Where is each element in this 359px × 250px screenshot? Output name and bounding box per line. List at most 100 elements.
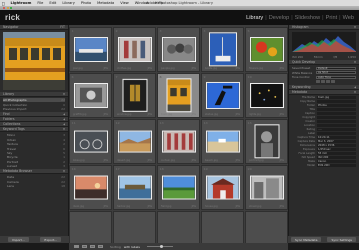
- thumbnail-cell[interactable]: 1 pier.jpg JPG: [69, 27, 112, 72]
- expand-triangle-icon[interactable]: ◀: [63, 118, 65, 121]
- compare-view-icon[interactable]: [90, 244, 95, 249]
- thumbnail-cell[interactable]: 17 harbor.jpg JPG: [113, 165, 156, 210]
- photo-thumbnail[interactable]: [161, 175, 196, 200]
- increase-large-button[interactable]: [331, 80, 335, 84]
- thumbnail-cell[interactable]: 2 clothes.jpg JPG: [113, 27, 156, 72]
- library-item-previous-import[interactable]: Previous Import 22: [3, 107, 65, 111]
- loupe-view-icon[interactable]: [82, 244, 87, 249]
- thumbnail-cell[interactable]: 11 bikes.jpg JPG: [69, 119, 112, 164]
- collapse-triangle-icon[interactable]: ▼: [354, 91, 356, 94]
- sort-label[interactable]: Sorting: [110, 245, 121, 249]
- collapse-triangle-icon[interactable]: ▼: [63, 170, 65, 173]
- module-slideshow[interactable]: Slideshow: [295, 15, 321, 21]
- increase-button[interactable]: [326, 80, 330, 84]
- photo-thumbnail[interactable]: [161, 36, 196, 62]
- thumbnail-cell[interactable]: 10 lights.jpg JPG: [245, 73, 288, 118]
- photo-thumbnail[interactable]: [249, 82, 284, 108]
- keyword-item[interactable]: sunset 3: [3, 164, 65, 168]
- module-print[interactable]: Print: [326, 15, 338, 21]
- thumbnail-size-slider[interactable]: [146, 244, 173, 248]
- decrease-button[interactable]: [321, 80, 325, 84]
- expand-triangle-icon[interactable]: ◀: [354, 86, 356, 89]
- metadata-value-field[interactable]: [317, 116, 356, 120]
- thumbnail-cell[interactable]: 9 statue.jpg JPG: [201, 73, 244, 118]
- metadata-browser-item[interactable]: Lens 18: [3, 184, 65, 188]
- decrease-large-button[interactable]: [316, 80, 320, 84]
- thumbnail-cell[interactable]: 7 window.jpg JPG: [113, 73, 156, 118]
- photo-thumbnail[interactable]: [254, 123, 279, 158]
- thumbnail-cell[interactable]: 16 dusk.jpg JPG: [69, 165, 112, 210]
- module-library[interactable]: Library: [246, 15, 263, 21]
- collapse-triangle-icon[interactable]: ▼: [63, 93, 65, 96]
- thumbnail-cell[interactable]: 5 flowers.jpg JPG: [245, 27, 288, 72]
- photo-thumbnail[interactable]: [122, 78, 147, 112]
- thumbnail-cell[interactable]: 4 boats.jpg JPG: [201, 27, 244, 72]
- white-balance-select[interactable]: As Shot: [316, 71, 356, 75]
- menu-view[interactable]: View: [120, 1, 129, 5]
- menu-window[interactable]: Window: [135, 1, 149, 5]
- metadata-value-field[interactable]: [317, 132, 356, 136]
- photo-thumbnail[interactable]: [73, 130, 108, 153]
- thumbnail-cell[interactable]: [245, 211, 288, 243]
- photo-thumbnail[interactable]: [166, 77, 191, 112]
- metadata-value-field[interactable]: Photos: [317, 104, 356, 108]
- import-button[interactable]: Import...: [7, 237, 29, 242]
- metadata-value-field[interactable]: [317, 112, 356, 116]
- menu-library[interactable]: Library: [62, 1, 75, 5]
- photo-thumbnail[interactable]: [73, 36, 108, 62]
- minimize-window-button[interactable]: [6, 7, 9, 9]
- photo-thumbnail[interactable]: [161, 130, 196, 153]
- metadata-value-field[interactable]: [317, 120, 356, 124]
- photo-thumbnail[interactable]: [205, 130, 240, 153]
- saved-preset-select[interactable]: Default: [316, 66, 356, 70]
- tone-control-button[interactable]: Auto Tone: [316, 75, 356, 79]
- module-web[interactable]: Web: [343, 15, 354, 21]
- navigator-preview[interactable]: [0, 30, 68, 92]
- apple-icon[interactable]: : [2, 1, 5, 6]
- close-window-button[interactable]: [3, 7, 5, 9]
- navigator-zoom[interactable]: FIT: [60, 25, 65, 29]
- thumbnail-cell[interactable]: 14 beach.jpg JPG: [201, 119, 244, 164]
- photo-thumbnail[interactable]: [205, 81, 240, 109]
- thumbnail-grid[interactable]: 1 pier.jpg JPG 2 clothes.jpg JPG 3 people.…: [69, 25, 288, 243]
- metadata-value-field[interactable]: tram.jpg: [317, 96, 356, 100]
- photo-thumbnail[interactable]: [249, 175, 284, 200]
- photo-thumbnail[interactable]: [208, 31, 237, 66]
- zoom-window-button[interactable]: [10, 7, 12, 9]
- thumbnail-cell[interactable]: 13 curtain.jpg JPG: [157, 119, 200, 164]
- grid-view-icon[interactable]: [74, 244, 79, 249]
- photo-thumbnail[interactable]: [117, 130, 152, 153]
- thumbnail-cell[interactable]: 18 field.jpg JPG: [157, 165, 200, 210]
- photo-thumbnail[interactable]: [117, 175, 152, 200]
- thumbnail-cell-selected[interactable]: 8 tram.jpg JPG: [157, 73, 200, 118]
- photo-thumbnail[interactable]: [205, 175, 240, 200]
- thumbnail-cell[interactable]: [113, 211, 156, 243]
- menu-help[interactable]: Help: [155, 1, 163, 5]
- module-develop[interactable]: Develop: [269, 15, 290, 21]
- photo-thumbnail[interactable]: [117, 36, 152, 62]
- metadata-value-field[interactable]: [317, 108, 356, 112]
- thumbnail-cell[interactable]: 19 house.jpg JPG: [201, 165, 244, 210]
- collapse-triangle-icon[interactable]: ▼: [354, 26, 356, 29]
- filename-label[interactable]: with labels: [124, 245, 140, 249]
- export-button[interactable]: Export...: [40, 237, 62, 242]
- thumbnail-cell[interactable]: 20 street.jpg JPG: [245, 165, 288, 210]
- survey-view-icon[interactable]: [98, 244, 103, 249]
- photo-thumbnail[interactable]: [73, 82, 108, 108]
- thumbnail-cell[interactable]: 12 desert.jpg JPG: [113, 119, 156, 164]
- rating-stars[interactable]: ·····: [317, 128, 356, 132]
- photo-thumbnail[interactable]: [73, 175, 108, 200]
- menu-metadata[interactable]: Metadata: [97, 1, 114, 5]
- slider-thumb[interactable]: [159, 244, 163, 248]
- menu-edit[interactable]: Edit: [49, 1, 56, 5]
- thumbnail-cell[interactable]: [69, 211, 112, 243]
- photo-thumbnail[interactable]: [249, 36, 284, 62]
- sync-settings-button[interactable]: Sync Settings: [327, 237, 356, 242]
- expand-triangle-icon[interactable]: ◀: [63, 113, 65, 116]
- menu-app[interactable]: Lightroom: [11, 1, 32, 5]
- thumbnail-cell[interactable]: 3 people.jpg JPG: [157, 27, 200, 72]
- thumbnail-cell[interactable]: 15 portrait.jpg JPG: [245, 119, 288, 164]
- expand-triangle-icon[interactable]: ◀: [63, 123, 65, 126]
- metadata-value-field[interactable]: [317, 124, 356, 128]
- thumbnail-cell[interactable]: [157, 211, 200, 243]
